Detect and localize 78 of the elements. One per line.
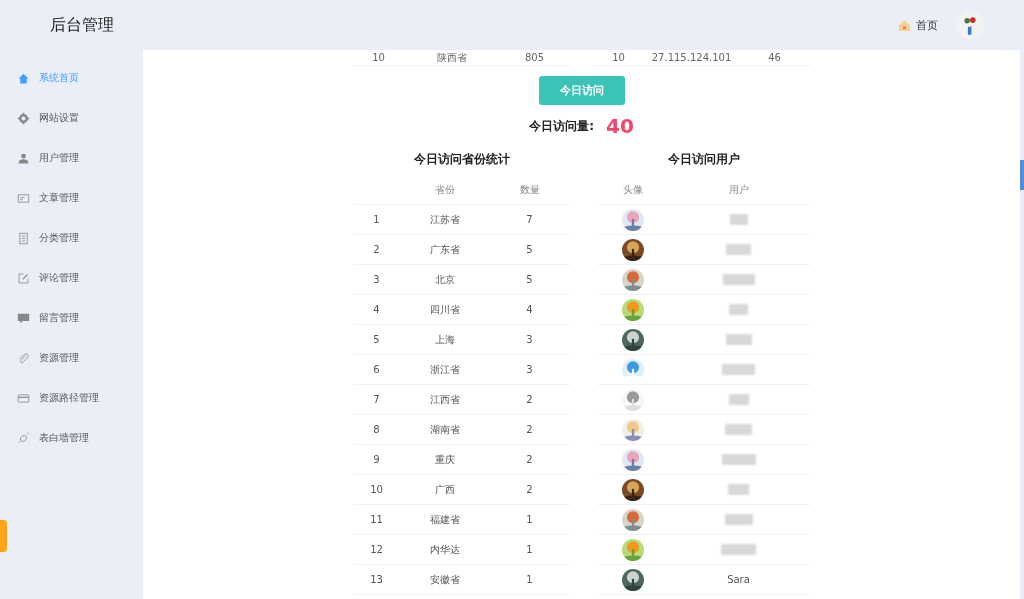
table-cell-text: 10 [371,52,386,63]
sidebar-item[interactable]: 网站设置 [0,98,143,138]
house-icon [898,18,911,32]
table-cell-text: 7 [372,394,381,405]
table-cell-text: 1 [372,214,381,225]
column-header: 头像 [621,182,644,197]
column-header: 省份 [433,182,456,197]
credit-card-icon [17,391,30,405]
table-cell-text: 安徽省 [428,572,461,587]
column-header: 用户 [727,182,750,197]
table-cell-text: 5 [372,334,381,345]
edit-icon [17,271,30,285]
table-cell-text: 上海 [433,332,456,347]
table-cell-text: 1 [525,544,534,555]
table-cell-text: 3 [525,364,534,375]
sidebar-item[interactable]: 文章管理 [0,178,143,218]
table-cell-text: 4 [372,304,381,315]
table-cell-text: 9 [372,454,381,465]
table-cell-text: 江苏省 [428,212,461,227]
table-cell-text: 3 [525,334,534,345]
table-cell-text: 2 [525,454,534,465]
table-cell-text: 5 [525,244,534,255]
candy-icon [17,431,30,445]
table-cell-text: 8 [372,424,381,435]
table-cell-text: 广东省 [428,242,461,257]
table-cell-text: 11 [369,514,384,525]
table-cell-text: 6 [372,364,381,375]
home-link[interactable]: 首页 [898,17,938,33]
table-cell-text: 3 [372,274,381,285]
home-icon [17,71,30,85]
sidebar-item[interactable]: 分类管理 [0,218,143,258]
table-cell-text: 10 [369,484,384,495]
table-cell-text: 湖南省 [428,422,461,437]
paperclip-icon [17,351,30,365]
sidebar-item[interactable]: 资源管理 [0,338,143,378]
table-cell-text: 2 [525,394,534,405]
card-icon [17,191,30,205]
table-cell-text: 四川省 [428,302,461,317]
table-title: 今日访问省份统计 [412,151,511,168]
table-cell-text: 46 [767,52,782,63]
table-cell-text: 10 [611,52,626,63]
sidebar-item[interactable]: 用户管理 [0,138,143,178]
sidebar-item[interactable]: 留言管理 [0,298,143,338]
table-cell-text: 陕西省 [435,50,468,65]
table-cell-text: 7 [525,214,534,225]
table-cell-text: 13 [369,574,384,585]
scrollbar-thumb[interactable] [1020,160,1024,190]
chat-icon [17,311,30,325]
user-icon [17,151,30,165]
table-cell-text: 27.115.124.101 [650,52,733,63]
visit-count-value: 40 [606,114,634,138]
user-name: Sara [727,574,750,585]
document-icon [17,231,30,245]
table-cell-text: 805 [523,52,546,63]
table-cell-text: 2 [372,244,381,255]
side-tab[interactable] [0,520,7,552]
sidebar-item[interactable]: 资源路径管理 [0,378,143,418]
table-cell-text: 重庆 [433,452,456,467]
table-cell-text: 江西省 [428,392,461,407]
table-cell-text: 浙江省 [428,362,461,377]
sidebar-item[interactable]: 表白墙管理 [0,418,143,458]
table-cell-text: 福建省 [428,512,461,527]
table-cell-text: 2 [525,424,534,435]
table-title: 今日访问用户 [666,151,741,168]
column-header: 数量 [518,182,541,197]
table-cell-text: 2 [525,484,534,495]
table-cell-text: 广西 [433,482,456,497]
table-cell-text: 5 [525,274,534,285]
table-cell-text: 北京 [433,272,456,287]
visit-count-label: 今日访问量: [529,117,594,135]
app-title: 后台管理 [50,14,114,36]
sidebar-item[interactable]: 评论管理 [0,258,143,298]
table-cell-text: 4 [525,304,534,315]
table-cell-text: 1 [525,574,534,585]
settings-icon [17,111,30,125]
table-cell-text: 12 [369,544,384,555]
table-cell-text: 内华达 [428,542,461,557]
table-cell-text: 1 [525,514,534,525]
